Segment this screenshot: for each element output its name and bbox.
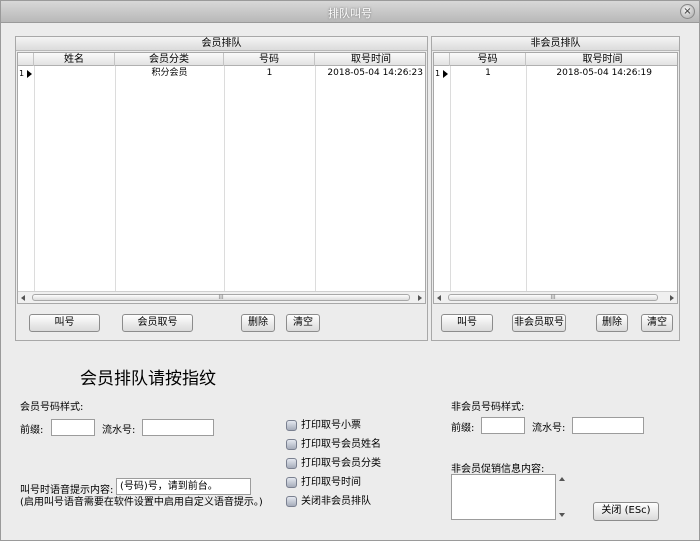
checkbox[interactable] [286,439,297,450]
delete-button[interactable]: 删除 [596,314,628,332]
row-indicator-header [434,53,450,66]
member-format-title: 会员号码样式: [20,402,84,413]
nonmember-queue-table[interactable]: 号码 取号时间 1 1 2018-05-04 14:26:19 III [433,52,678,304]
member-prefix-input[interactable] [51,419,95,436]
member-queue-table[interactable]: 姓名 会员分类 号码 取号时间 1 积分会员 1 2018-05-04 14:2… [17,52,426,304]
close-esc-button[interactable]: 关闭 (ESc) [593,502,659,521]
member-take-number-button[interactable]: 会员取号 [122,314,193,332]
cell-name [36,67,114,80]
nonmember-serial-label: 流水号: [532,423,566,434]
cell-time: 2018-05-04 14:26:23 [327,68,423,78]
promo-vertical-scrollbar[interactable] [556,474,568,520]
checkbox[interactable] [286,496,297,507]
nonmember-serial-input[interactable] [572,417,644,434]
call-button[interactable]: 叫号 [441,314,493,332]
close-icon[interactable]: × [680,4,695,19]
nonmember-queue-panel: 非会员排队 号码 取号时间 1 1 2018-05-04 14:26:19 II… [431,36,680,341]
nonmember-prefix-label: 前缀: [451,423,475,434]
column-header-time[interactable]: 取号时间 [315,53,425,66]
clear-button[interactable]: 清空 [286,314,320,332]
member-queue-panel: 会员排队 姓名 会员分类 号码 取号时间 1 积分会员 1 2018-05-04… [15,36,428,341]
column-header-number[interactable]: 号码 [224,53,315,66]
column-header-name[interactable]: 姓名 [34,53,115,66]
cell-number: 1 [266,68,273,78]
scrollbar-grip: III [550,294,556,301]
cell-time: 2018-05-04 14:26:19 [556,68,652,78]
column-divider [34,66,35,291]
delete-button[interactable]: 删除 [241,314,275,332]
scroll-down-icon[interactable] [559,513,565,517]
horizontal-scrollbar[interactable]: III [18,291,425,303]
row-indicator-header [18,53,34,66]
call-button[interactable]: 叫号 [29,314,100,332]
column-divider [450,66,451,291]
member-serial-input[interactable] [142,419,214,436]
checkbox[interactable] [286,458,297,469]
promo-label: 非会员促销信息内容: [451,464,545,475]
clear-button[interactable]: 清空 [641,314,673,332]
column-header-time[interactable]: 取号时间 [526,53,677,66]
row-index: 1 [19,69,25,78]
queue-window: 排队叫号 × 会员排队 姓名 会员分类 号码 取号时间 1 积分会员 1 201… [0,0,700,541]
title-bar[interactable]: 排队叫号 × [1,1,699,23]
column-divider [526,66,527,291]
checkbox[interactable] [286,477,297,488]
scrollbar-thumb[interactable]: III [448,294,658,301]
scroll-up-icon[interactable] [559,477,565,481]
column-header-category[interactable]: 会员分类 [115,53,224,66]
cell-number: 1 [485,68,491,78]
scroll-left-icon[interactable] [437,295,441,301]
fingerprint-prompt: 会员排队请按指纹 [80,369,216,389]
scrollbar-thumb[interactable]: III [32,294,410,301]
member-serial-label: 流水号: [102,425,136,436]
scroll-right-icon[interactable] [670,295,674,301]
scroll-left-icon[interactable] [21,295,25,301]
nonmember-take-number-button[interactable]: 非会员取号 [512,314,566,332]
option-label: 打印取号小票 [301,420,361,431]
column-header-number[interactable]: 号码 [450,53,526,66]
member-prefix-label: 前缀: [20,425,44,436]
table-header: 姓名 会员分类 号码 取号时间 [18,53,425,66]
option-label: 打印取号会员姓名 [301,439,381,450]
nonmember-queue-title: 非会员排队 [432,37,679,51]
row-index: 1 [435,69,441,78]
checkbox[interactable] [286,420,297,431]
voice-prompt-note: (启用叫号语音需要在软件设置中启用自定义语音提示。) [20,497,263,508]
option-label: 打印取号时间 [301,477,361,488]
nonmember-format-title: 非会员号码样式: [451,402,525,413]
scroll-right-icon[interactable] [418,295,422,301]
current-row-icon [27,70,32,78]
option-label: 打印取号会员分类 [301,458,381,469]
column-divider [224,66,225,291]
table-header: 号码 取号时间 [434,53,677,66]
window-title: 排队叫号 [328,7,372,20]
current-row-icon [443,70,448,78]
scrollbar-grip: III [218,294,224,301]
option-label: 关闭非会员排队 [301,496,371,507]
promo-textarea[interactable] [451,474,556,520]
horizontal-scrollbar[interactable]: III [434,291,677,303]
cell-category: 积分会员 [151,68,188,78]
member-queue-title: 会员排队 [16,37,427,51]
column-divider [115,66,116,291]
column-divider [315,66,316,291]
nonmember-prefix-input[interactable] [481,417,525,434]
